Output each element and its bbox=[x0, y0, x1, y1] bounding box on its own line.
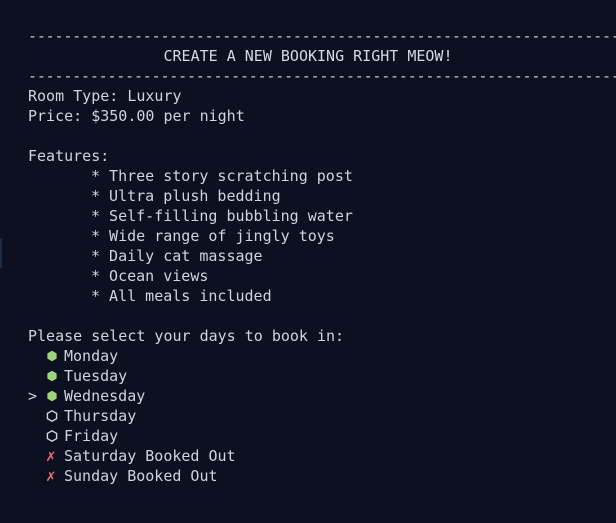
terminal-output: ----------------------------------------… bbox=[28, 26, 616, 486]
feature-item: * Daily cat massage bbox=[91, 247, 263, 265]
feature-item: * Wide range of jingly toys bbox=[91, 227, 335, 245]
cross-icon: ✗ bbox=[46, 446, 56, 465]
day-option-thursday[interactable]: Thursday bbox=[28, 406, 588, 426]
hexagon-icon bbox=[46, 430, 58, 442]
header-rule-top: ----------------------------------------… bbox=[28, 27, 616, 45]
day-option-wednesday[interactable]: > Wednesday bbox=[28, 386, 588, 406]
feature-item: * Ocean views bbox=[91, 267, 209, 285]
day-selection-list: Monday Tuesday > Wednesday Thursday Friday ✗ Sa… bbox=[28, 346, 588, 486]
hexagon-icon bbox=[46, 410, 58, 422]
unselected-hexagon-icon bbox=[46, 430, 64, 442]
feature-item: * Three story scratching post bbox=[91, 167, 353, 185]
day-label: Thursday bbox=[64, 407, 137, 425]
booked-out-icon: ✗ bbox=[46, 446, 64, 466]
day-option-tuesday[interactable]: Tuesday bbox=[28, 366, 588, 386]
day-label: Saturday Booked Out bbox=[64, 447, 236, 465]
feature-item: * All meals included bbox=[91, 287, 272, 305]
selected-hexagon-icon bbox=[46, 350, 64, 362]
day-label: Monday bbox=[64, 347, 119, 365]
room-price: Price: $350.00 per night bbox=[28, 107, 245, 125]
room-type: Room Type: Luxury bbox=[28, 87, 182, 105]
day-option-friday[interactable]: Friday bbox=[28, 426, 588, 446]
cross-icon: ✗ bbox=[46, 466, 56, 485]
feature-item: * Ultra plush bedding bbox=[91, 187, 281, 205]
day-option-monday[interactable]: Monday bbox=[28, 346, 588, 366]
feature-item: * Self-filling bubbling water bbox=[91, 207, 353, 225]
hexagon-icon bbox=[47, 350, 57, 362]
day-label: Wednesday bbox=[64, 387, 146, 405]
day-label: Tuesday bbox=[64, 367, 128, 385]
day-option-sunday: ✗ Sunday Booked Out bbox=[28, 466, 588, 486]
selection-cursor: > bbox=[28, 387, 38, 405]
header-rule-bottom: ----------------------------------------… bbox=[28, 67, 616, 85]
window-edge-marker bbox=[0, 238, 2, 268]
selected-hexagon-icon bbox=[46, 370, 64, 382]
hexagon-icon bbox=[47, 370, 57, 382]
booked-out-icon: ✗ bbox=[46, 466, 64, 486]
page-title: CREATE A NEW BOOKING RIGHT MEOW! bbox=[163, 47, 453, 65]
unselected-hexagon-icon bbox=[46, 410, 64, 422]
booking-prompt: Please select your days to book in: bbox=[28, 327, 345, 345]
day-label: Friday bbox=[64, 427, 119, 445]
day-option-saturday: ✗ Saturday Booked Out bbox=[28, 446, 588, 466]
features-heading: Features: bbox=[28, 147, 110, 165]
day-label: Sunday Booked Out bbox=[64, 467, 218, 485]
hexagon-icon bbox=[47, 390, 57, 402]
selected-hexagon-icon bbox=[46, 390, 64, 402]
